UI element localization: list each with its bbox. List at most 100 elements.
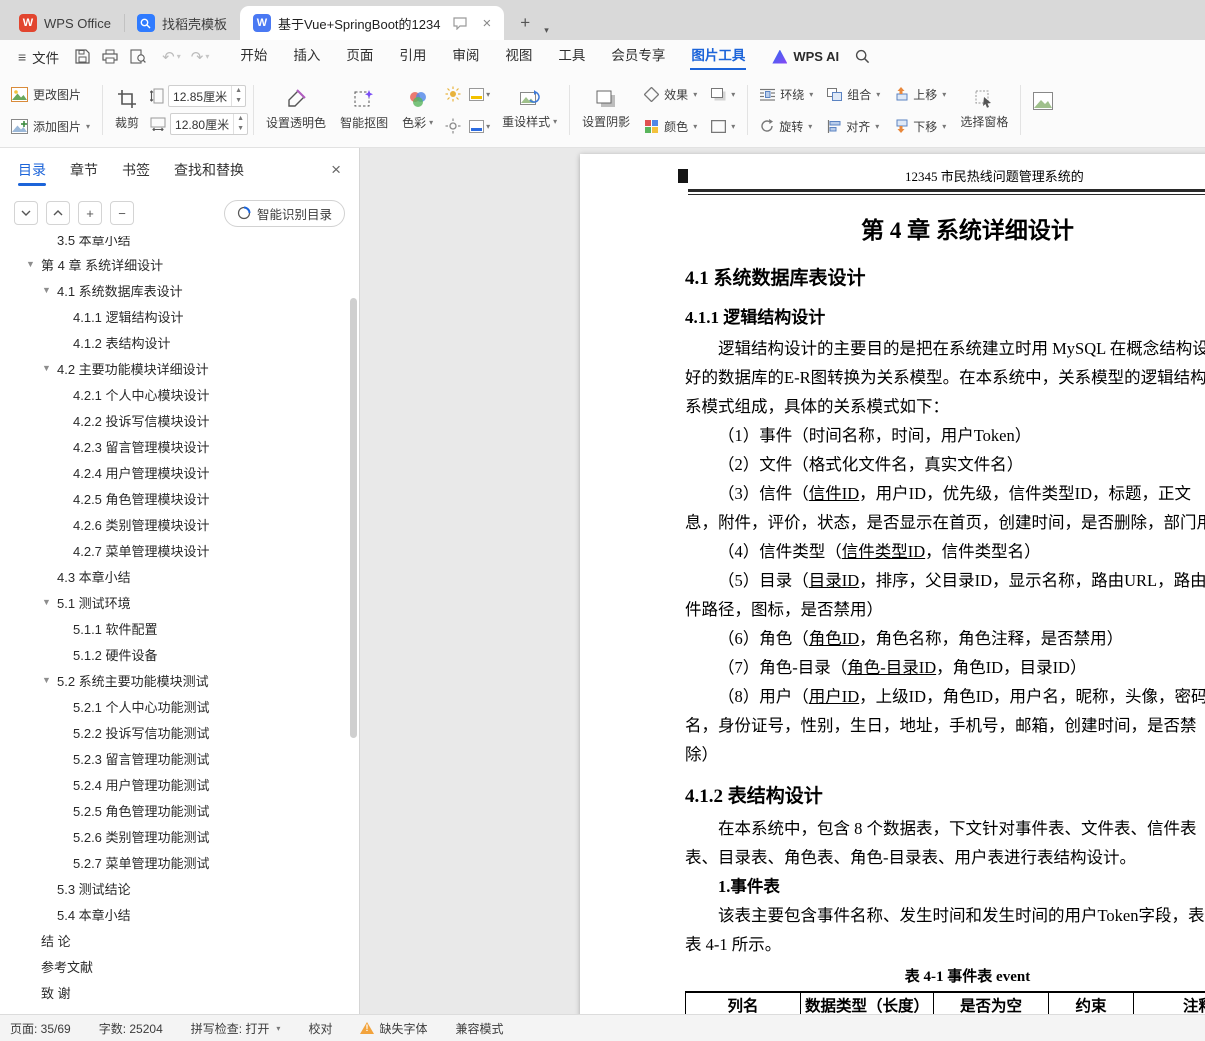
table-header-cell[interactable]: 约束: [1048, 991, 1135, 1014]
print-button[interactable]: [102, 49, 118, 64]
toc-item[interactable]: ▼ 5.2 系统主要功能模块测试: [0, 667, 359, 693]
document-canvas[interactable]: 12345 市民热线问题管理系统的 第 4 章 系统详细设计 4.1 系统数据库…: [360, 148, 1205, 1014]
toc-item[interactable]: ▼ 第 4 章 系统详细设计: [0, 251, 359, 277]
toc-item[interactable]: 5.2.1 个人中心功能测试: [0, 693, 359, 719]
undo-button[interactable]: ↶: [162, 48, 175, 66]
toc-item[interactable]: 5.2.4 用户管理功能测试: [0, 771, 359, 797]
menu-item-picture-tools[interactable]: 图片工具: [678, 40, 758, 73]
document-page[interactable]: 12345 市民热线问题管理系统的 第 4 章 系统详细设计 4.1 系统数据库…: [580, 154, 1205, 1014]
sidebar-tab-catalog[interactable]: 目录: [18, 148, 46, 192]
text-wrap-button[interactable]: 环绕 ▾: [755, 84, 818, 105]
change-picture-button[interactable]: 更改图片: [6, 84, 95, 105]
spell-check-toggle[interactable]: 拼写检查: 打开 ▾: [191, 1020, 281, 1037]
picture-width-input[interactable]: [171, 117, 234, 131]
toc-item[interactable]: 4.2.4 用户管理模块设计: [0, 459, 359, 485]
chapter-title[interactable]: 第 4 章 系统详细设计: [685, 211, 1205, 245]
menu-item-reference[interactable]: 引用: [386, 40, 439, 73]
doc-line[interactable]: 表 4-1 所示。: [685, 930, 1205, 959]
picture-height-stepper[interactable]: ▲ ▼: [231, 86, 245, 106]
collapse-all-button[interactable]: [46, 201, 70, 225]
toc-item[interactable]: 致 谢: [0, 979, 359, 1005]
toc-item[interactable]: 4.3 本章小结: [0, 563, 359, 589]
print-preview-button[interactable]: [130, 49, 147, 64]
brightness-down-button[interactable]: [442, 116, 464, 136]
toc-item[interactable]: 4.2.3 留言管理模块设计: [0, 433, 359, 459]
color-adjust-button[interactable]: 色彩 ▾: [395, 76, 440, 144]
save-button[interactable]: [75, 49, 90, 64]
group-dropdown-icon[interactable]: ▾: [876, 90, 880, 99]
heading-4-1-2[interactable]: 4.1.2 表结构设计: [685, 781, 1205, 808]
spell-check-dropdown-icon[interactable]: ▾: [276, 1024, 280, 1033]
toc-item[interactable]: 5.2.5 角色管理功能测试: [0, 797, 359, 823]
set-shadow-button[interactable]: 设置阴影: [575, 76, 637, 144]
doc-line[interactable]: 逻辑结构设计的主要目的是把在系统建立时用 MySQL 在概念结构设计: [685, 334, 1205, 363]
reset-style-button[interactable]: 重设样式 ▾: [495, 76, 564, 144]
close-pane-icon[interactable]: ×: [331, 160, 341, 180]
doc-line[interactable]: （6）角色（角色ID，角色名称，角色注释，是否禁用）: [685, 624, 1205, 653]
picture-height-input[interactable]: [169, 89, 232, 103]
doc-line[interactable]: （3）信件（信件ID，用户ID，优先级，信件类型ID，标题，正文: [685, 479, 1205, 508]
menu-item-home[interactable]: 开始: [227, 40, 280, 73]
doc-line[interactable]: （5）目录（目录ID，排序，父目录ID，显示名称，路由URL，路由: [685, 566, 1205, 595]
tab-current-document[interactable]: W 基于Vue+SpringBoot的1234 ×: [239, 6, 505, 40]
bring-forward-button[interactable]: 上移 ▾: [889, 84, 951, 105]
toc-collapse-icon[interactable]: ▼: [42, 597, 57, 607]
new-tab-dropdown-icon[interactable]: ▾: [538, 25, 555, 36]
doc-line[interactable]: （1）事件（时间名称，时间，用户Token）: [685, 421, 1205, 450]
toc-item[interactable]: 5.4 本章小结: [0, 901, 359, 927]
group-button[interactable]: 组合 ▾: [822, 84, 885, 105]
picture-border-dropdown-icon[interactable]: ▾: [731, 122, 735, 131]
menu-item-tools[interactable]: 工具: [545, 40, 598, 73]
missing-font-warning[interactable]: 缺失字体: [360, 1020, 427, 1037]
sidebar-scrollbar[interactable]: [350, 298, 357, 738]
doc-line[interactable]: （8）用户（用户ID，上级ID，角色ID，用户名，昵称，头像，密码: [685, 682, 1205, 711]
fill-color-dropdown-icon[interactable]: ▾: [486, 90, 490, 99]
doc-line[interactable]: 息，附件，评价，状态，是否显示在首页，创建时间，是否删除，部门用: [685, 508, 1205, 537]
doc-line[interactable]: 系模式组成，具体的关系模式如下：: [685, 392, 1205, 421]
smart-cutout-button[interactable]: 智能抠图: [333, 76, 395, 144]
search-icon[interactable]: [855, 49, 870, 64]
toc-item[interactable]: ▼ 5.1 测试环境: [0, 589, 359, 615]
event-table[interactable]: 列名数据类型（长度）是否为空约束注释: [685, 991, 1205, 1014]
doc-line[interactable]: 件路径，图标，是否禁用）: [685, 595, 1205, 624]
picture-color-dropdown-icon[interactable]: ▾: [693, 122, 697, 131]
menu-item-insert[interactable]: 插入: [280, 40, 333, 73]
text-wrap-dropdown-icon[interactable]: ▾: [809, 90, 813, 99]
wps-ai-button[interactable]: WPS AI: [772, 49, 839, 64]
bring-forward-dropdown-icon[interactable]: ▾: [942, 90, 946, 99]
add-picture-button[interactable]: 添加图片 ▾: [6, 116, 95, 137]
add-picture-dropdown-icon[interactable]: ▾: [86, 122, 90, 131]
doc-line[interactable]: 表、目录表、角色表、角色-目录表、用户表进行表结构设计。: [685, 843, 1205, 872]
sidebar-tab-find-replace[interactable]: 查找和替换: [174, 148, 244, 192]
clipped-ribbon-button[interactable]: [1026, 76, 1060, 144]
table-header-cell[interactable]: 是否为空: [933, 991, 1050, 1014]
toc-item[interactable]: 4.2.1 个人中心模块设计: [0, 381, 359, 407]
outline-color-dropdown-icon[interactable]: ▾: [486, 122, 490, 131]
toc-item[interactable]: 4.1.1 逻辑结构设计: [0, 303, 359, 329]
toc-collapse-icon[interactable]: ▼: [42, 285, 57, 295]
toc-collapse-icon[interactable]: ▼: [42, 363, 57, 373]
tab-wps-office[interactable]: W WPS Office: [6, 6, 124, 40]
sidebar-tab-bookmark[interactable]: 书签: [122, 148, 150, 192]
toc-item[interactable]: 结 论: [0, 927, 359, 953]
color-adjust-dropdown-icon[interactable]: ▾: [429, 118, 433, 127]
menu-item-review[interactable]: 审阅: [439, 40, 492, 73]
doc-line[interactable]: （7）角色-目录（角色-目录ID，角色ID，目录ID）: [685, 653, 1205, 682]
toc-item[interactable]: ▼ 4.2 主要功能模块详细设计: [0, 355, 359, 381]
picture-border-button[interactable]: ▾: [706, 118, 740, 135]
menu-item-member[interactable]: 会员专享: [598, 40, 678, 73]
shadow-style-button[interactable]: ▾: [706, 86, 740, 103]
toc-item[interactable]: 5.1.2 硬件设备: [0, 641, 359, 667]
toc-item[interactable]: 5.3 测试结论: [0, 875, 359, 901]
toc-item[interactable]: 5.2.6 类别管理功能测试: [0, 823, 359, 849]
doc-line[interactable]: （4）信件类型（信件类型ID，信件类型名）: [685, 537, 1205, 566]
set-transparent-color-button[interactable]: 设置透明色: [259, 76, 333, 144]
expand-all-button[interactable]: [14, 201, 38, 225]
doc-line[interactable]: 1.事件表: [685, 872, 1205, 901]
smart-recognize-toc-button[interactable]: 智能识别目录: [223, 199, 345, 227]
doc-line[interactable]: （2）文件（格式化文件名，真实文件名）: [685, 450, 1205, 479]
send-backward-dropdown-icon[interactable]: ▾: [942, 122, 946, 131]
menu-item-view[interactable]: 视图: [492, 40, 545, 73]
toc-item[interactable]: 参考文献: [0, 953, 359, 979]
heading-4-1[interactable]: 4.1 系统数据库表设计: [685, 263, 1205, 290]
